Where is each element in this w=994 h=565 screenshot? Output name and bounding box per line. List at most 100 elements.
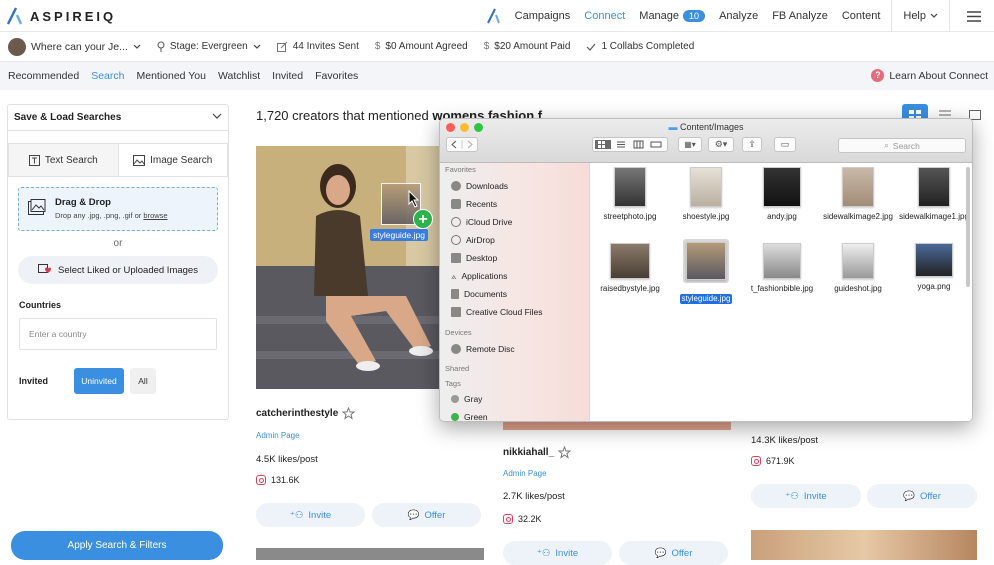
admin-page-link[interactable]: Admin Page bbox=[503, 469, 547, 478]
gray-tag-icon bbox=[451, 395, 459, 403]
nav-fb-analyze[interactable]: FB Analyze bbox=[765, 10, 835, 22]
offer-button[interactable]: 💬 Offer bbox=[619, 541, 728, 565]
brand-logo[interactable]: ASPIREIQ bbox=[6, 6, 116, 26]
view-mode-buttons[interactable] bbox=[592, 137, 668, 152]
file-name: sidewalkimage2.jpg bbox=[823, 212, 893, 221]
finder-window[interactable]: ▬ Content/Images ▦▾ ⚙▾ ⇪ ▭ ⌕ Search Favor… bbox=[439, 118, 973, 422]
file-item[interactable]: guideshot.jpg bbox=[819, 243, 897, 294]
collabs-completed-stat: 1 Collabs Completed bbox=[578, 41, 702, 52]
select-liked-images-button[interactable]: Select Liked or Uploaded Images bbox=[18, 256, 218, 284]
country-input[interactable]: Enter a country bbox=[19, 318, 217, 350]
uninvited-toggle[interactable]: Uninvited bbox=[74, 368, 124, 394]
finder-sidebar: Favorites Downloads Recents iCloud Drive… bbox=[440, 163, 590, 421]
file-item[interactable]: shoestyle.jpg bbox=[667, 167, 745, 222]
file-item[interactable]: sidewalkimage1.jpg bbox=[895, 167, 972, 222]
offer-button[interactable]: 💬 Offer bbox=[867, 484, 977, 508]
chevron-down-icon bbox=[133, 44, 141, 49]
file-item[interactable]: sidewalkimage2.jpg bbox=[819, 167, 897, 222]
image-thumbnail bbox=[614, 167, 646, 207]
sidebar-item-airdrop[interactable]: AirDrop bbox=[440, 231, 589, 249]
finder-scrollbar[interactable] bbox=[966, 167, 970, 287]
save-load-searches-dropdown[interactable]: Save & Load Searches bbox=[8, 105, 228, 131]
group-by-button[interactable]: ▦▾ bbox=[678, 137, 702, 152]
sidebar-item-recents[interactable]: Recents bbox=[440, 195, 589, 213]
image-thumbnail bbox=[842, 167, 874, 207]
creator-photo[interactable] bbox=[256, 548, 484, 560]
creator-photo[interactable] bbox=[751, 530, 977, 560]
documents-icon bbox=[451, 289, 459, 299]
offer-button[interactable]: 💬 Offer bbox=[372, 503, 481, 527]
sidebar-item-desktop[interactable]: Desktop bbox=[440, 249, 589, 267]
image-drop-zone[interactable]: Drag & Drop Drop any .jpg, .png, .gif or… bbox=[18, 187, 218, 231]
brand-name: ASPIREIQ bbox=[30, 8, 117, 24]
file-item[interactable]: t_fashionbible.jpg bbox=[743, 243, 821, 294]
tab-watchlist[interactable]: Watchlist bbox=[212, 70, 266, 82]
star-icon[interactable] bbox=[342, 407, 356, 420]
nav-help[interactable]: Help bbox=[896, 10, 945, 22]
file-item[interactable]: yoga.png bbox=[895, 243, 972, 292]
nav-content[interactable]: Content bbox=[835, 10, 888, 22]
sidebar-label: Creative Cloud Files bbox=[466, 307, 543, 317]
invite-button[interactable]: ⁺⚇ Invite bbox=[503, 541, 612, 565]
tab-recommended[interactable]: Recommended bbox=[0, 70, 85, 82]
save-load-label: Save & Load Searches bbox=[14, 112, 122, 123]
help-question-icon: ? bbox=[871, 69, 885, 82]
file-item[interactable]: raisedbystyle.jpg bbox=[591, 243, 669, 294]
invite-button[interactable]: ⁺⚇ Invite bbox=[751, 484, 861, 508]
all-toggle[interactable]: All bbox=[130, 368, 156, 394]
sidebar-label: Applications bbox=[461, 271, 508, 281]
nav-connect[interactable]: Connect bbox=[577, 10, 632, 22]
stage-selector[interactable]: Stage: Evergreen bbox=[149, 41, 269, 52]
amount-agreed-stat: $ $0 Amount Agreed bbox=[367, 41, 476, 52]
icon-view-icon[interactable] bbox=[595, 140, 665, 149]
creator-name-2[interactable]: nikkiahall_ bbox=[503, 446, 572, 459]
file-item[interactable]: andy.jpg bbox=[743, 167, 821, 222]
finder-titlebar[interactable]: ▬ Content/Images ▦▾ ⚙▾ ⇪ ▭ ⌕ Search bbox=[440, 119, 972, 163]
finder-search-input[interactable]: ⌕ Search bbox=[838, 138, 966, 153]
sidebar-item-documents[interactable]: Documents bbox=[440, 285, 589, 303]
tab-invited[interactable]: Invited bbox=[266, 70, 309, 82]
sidebar-item-remote-disc[interactable]: Remote Disc bbox=[440, 340, 589, 358]
nav-campaigns[interactable]: Campaigns bbox=[508, 10, 578, 22]
file-name: yoga.png bbox=[917, 282, 951, 291]
hamburger-menu-icon[interactable] bbox=[954, 10, 994, 22]
sidebar-tag-green[interactable]: Green bbox=[440, 408, 589, 421]
tab-favorites[interactable]: Favorites bbox=[309, 70, 364, 82]
invite-button[interactable]: ⁺⚇ Invite bbox=[256, 503, 365, 527]
image-thumbnail bbox=[763, 167, 801, 207]
file-item-selected[interactable]: styleguide.jpg bbox=[667, 239, 745, 306]
campaign-selector[interactable]: Where can your Je... bbox=[0, 37, 149, 56]
apply-search-filters-button[interactable]: Apply Search & Filters bbox=[11, 531, 223, 560]
action-gear-button[interactable]: ⚙▾ bbox=[708, 137, 734, 152]
file-item[interactable]: streetphoto.jpg bbox=[591, 167, 669, 222]
sidebar-item-creative-cloud[interactable]: Creative Cloud Files bbox=[440, 303, 589, 321]
tag-button[interactable]: ▭ bbox=[774, 137, 796, 152]
creator-name-1[interactable]: catcherinthestyle bbox=[256, 407, 356, 420]
tab-search[interactable]: Search bbox=[85, 70, 130, 82]
browse-link[interactable]: browse bbox=[143, 211, 167, 220]
sidebar-item-downloads[interactable]: Downloads bbox=[440, 177, 589, 195]
nav-manage[interactable]: Manage 10 bbox=[632, 10, 712, 22]
nav-analyze[interactable]: Analyze bbox=[712, 10, 765, 22]
text-search-tab[interactable]: Text Search bbox=[8, 143, 119, 176]
checkmark-icon bbox=[587, 43, 596, 51]
sidebar-item-applications[interactable]: ⟑ Applications bbox=[440, 267, 589, 285]
sidebar-tag-gray[interactable]: Gray bbox=[440, 390, 589, 408]
chevron-left-icon[interactable] bbox=[450, 140, 474, 149]
sidebar-item-icloud-drive[interactable]: iCloud Drive bbox=[440, 213, 589, 231]
learn-about-connect-link[interactable]: ? Learn About Connect bbox=[871, 69, 988, 82]
tab-mentioned-you[interactable]: Mentioned You bbox=[130, 70, 211, 82]
admin-page-link[interactable]: Admin Page bbox=[256, 431, 300, 440]
folder-icon: ▬ bbox=[668, 122, 678, 132]
back-forward-buttons[interactable] bbox=[446, 137, 478, 152]
heart-image-icon bbox=[38, 264, 52, 273]
star-icon[interactable] bbox=[558, 446, 572, 459]
file-name: shoestyle.jpg bbox=[682, 212, 730, 221]
share-button[interactable]: ⇪ bbox=[742, 137, 762, 152]
search-filter-panel: Save & Load Searches Text Search Image S… bbox=[7, 104, 229, 420]
chevron-down-icon bbox=[930, 13, 938, 18]
instagram-followers: 131.6K bbox=[256, 475, 300, 485]
image-search-tab[interactable]: Image Search bbox=[118, 143, 228, 176]
nav-label: Help bbox=[903, 10, 926, 22]
nav-label: Campaigns bbox=[514, 10, 571, 22]
